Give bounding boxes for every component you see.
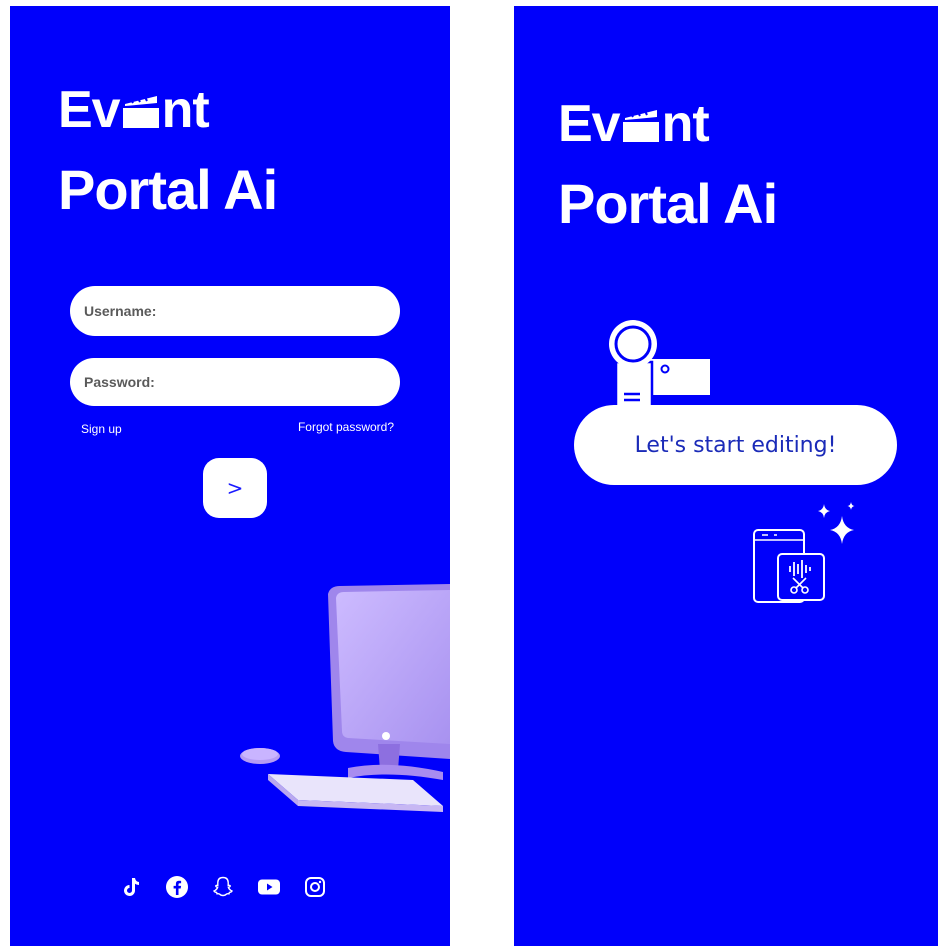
video-camera-icon (609, 320, 710, 412)
social-links (118, 874, 328, 900)
app-logo: Ev nt Portal Ai (558, 95, 778, 254)
snapchat-icon[interactable] (210, 874, 236, 900)
mobile-editing-icon (753, 502, 855, 603)
logo-line-1: Ev nt (558, 95, 710, 153)
clapperboard-icon (122, 94, 159, 128)
clapperboard-icon (622, 108, 659, 142)
logo-line-2: Portal Ai (558, 172, 778, 235)
instagram-icon[interactable] (302, 874, 328, 900)
password-input[interactable] (70, 358, 400, 406)
tiktok-icon[interactable] (118, 874, 144, 900)
signup-link[interactable]: Sign up (81, 422, 122, 436)
welcome-screen: Ev nt Portal Ai Let's start editing! (514, 6, 938, 946)
login-submit-button[interactable]: > (203, 458, 267, 518)
logo-line-1: Ev nt (58, 81, 210, 139)
youtube-icon[interactable] (256, 874, 282, 900)
start-editing-button[interactable]: Let's start editing! (574, 405, 897, 485)
logo-line-2: Portal Ai (58, 158, 278, 221)
facebook-icon[interactable] (164, 874, 190, 900)
username-input[interactable] (70, 286, 400, 336)
forgot-password-link[interactable]: Forgot password? (298, 420, 394, 434)
computer-illustration (240, 584, 450, 812)
login-screen: Evnt Portal Ai Sign up Forgot password? … (10, 6, 450, 946)
app-logo: Ev nt Portal Ai (58, 81, 278, 240)
